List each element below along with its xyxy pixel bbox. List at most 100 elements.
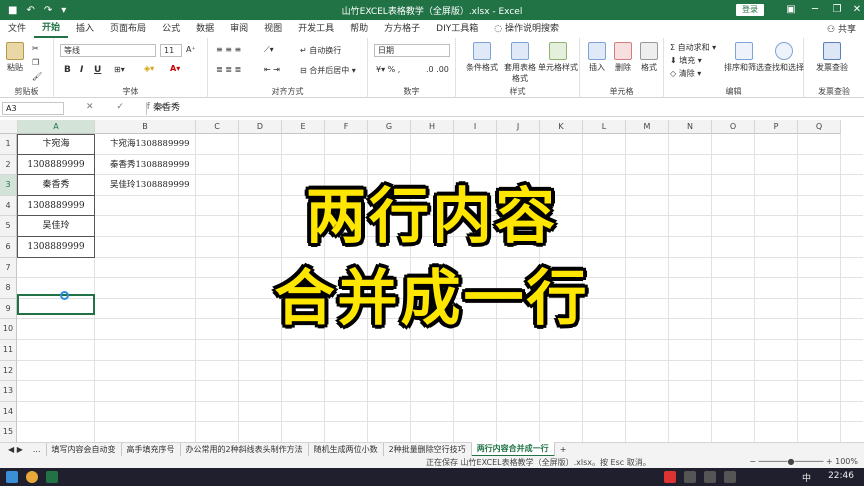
tab-review[interactable]: 审阅 (222, 20, 256, 38)
format-painter-icon[interactable]: 🖌 (32, 72, 42, 81)
align-top-icon[interactable]: ≡ ≡ ≡ (216, 45, 241, 54)
delete-cells-button[interactable]: 删除 (610, 42, 636, 73)
font-color-icon[interactable]: A▾ (170, 64, 180, 73)
clear-button[interactable]: ◇ 清除 ▾ (670, 68, 701, 79)
column-header-h[interactable]: H (411, 120, 454, 134)
tab-help[interactable]: 帮助 (342, 20, 376, 38)
row-header-10[interactable]: 10 (0, 319, 17, 340)
zoom-level[interactable]: − ──────●────── + 100% (749, 457, 858, 466)
select-all-corner[interactable] (0, 120, 18, 134)
share-button[interactable]: ⚇ 共享 (827, 22, 856, 35)
column-header-n[interactable]: N (669, 120, 712, 134)
close-button[interactable]: ✕ (842, 0, 864, 20)
row-header-15[interactable]: 15 (0, 422, 17, 442)
tab-view[interactable]: 视图 (256, 20, 290, 38)
tray-icon[interactable] (724, 471, 736, 483)
sheet-tab[interactable]: 随机生成两位小数 (309, 443, 384, 456)
ime-indicator[interactable]: 中 (802, 471, 811, 484)
row-header-3[interactable]: 3 (0, 175, 17, 196)
save-icon[interactable]: ■ (8, 5, 17, 16)
taskbar-clock[interactable]: 22:46 (828, 471, 854, 481)
row-header-7[interactable]: 7 (0, 257, 17, 279)
spreadsheet-grid[interactable]: ABCDEFGHIJKLMNOPQ 1 2 3 4 5 6 7 8 9 10 11 12 13 14 15 … (0, 120, 864, 442)
format-cells-button[interactable]: 格式 (636, 42, 662, 73)
indent-icon[interactable]: ⇤ ⇥ (264, 65, 280, 74)
column-header-p[interactable]: P (755, 120, 798, 134)
font-size-select[interactable]: 11 (160, 44, 182, 57)
excel-taskbar-icon[interactable] (46, 471, 58, 483)
cell-b1[interactable]: 卞宛海1308889999 (110, 134, 190, 155)
row-header-8[interactable]: 8 (0, 278, 17, 299)
windows-start-icon[interactable] (6, 471, 18, 483)
bold-button[interactable]: B (64, 65, 71, 75)
number-format-select[interactable]: 日期 (374, 44, 450, 57)
row-header-4[interactable]: 4 (0, 195, 17, 217)
row-header-6[interactable]: 6 (0, 237, 17, 258)
cell-a2[interactable]: 1308889999 (18, 155, 94, 176)
border-icon[interactable]: ⊞▾ (114, 65, 125, 74)
grow-font-icon[interactable]: A⁺ (186, 45, 196, 54)
autosum-button[interactable]: Σ 自动求和 ▾ (670, 42, 716, 53)
conditional-format-button[interactable]: 条件格式 (462, 42, 502, 73)
row-header-13[interactable]: 13 (0, 381, 17, 402)
tab-insert[interactable]: 插入 (68, 20, 102, 38)
font-name-select[interactable]: 等线 (60, 44, 156, 57)
customize-icon[interactable]: ▾ (61, 5, 66, 16)
add-sheet-button[interactable]: + (555, 443, 572, 456)
column-header-o[interactable]: O (712, 120, 755, 134)
sheet-nav-icon[interactable]: ◀ ▶ (0, 443, 28, 456)
cell-a5[interactable]: 吴佳玲 (18, 216, 94, 237)
column-header-q[interactable]: Q (798, 120, 841, 134)
cell-a1[interactable]: 卞宛海 (18, 134, 94, 155)
fill-color-icon[interactable]: ◈▾ (144, 64, 154, 73)
tab-formulas[interactable]: 公式 (154, 20, 188, 38)
column-header-d[interactable]: D (239, 120, 282, 134)
cell-styles-button[interactable]: 单元格样式 (538, 42, 578, 73)
orientation-icon[interactable]: ⟋▾ (264, 45, 274, 55)
column-header-g[interactable]: G (368, 120, 411, 134)
tray-app-icon[interactable] (664, 471, 676, 483)
sheet-tab[interactable]: 填写内容会自动变 (47, 443, 122, 456)
column-header-i[interactable]: I (454, 120, 497, 134)
login-button[interactable]: 登录 (736, 4, 764, 16)
sort-filter-button[interactable]: 排序和筛选 (724, 42, 764, 73)
column-header-l[interactable]: L (583, 120, 626, 134)
column-header-a[interactable]: A (18, 120, 95, 134)
column-header-c[interactable]: C (196, 120, 239, 134)
chrome-icon[interactable] (26, 471, 38, 483)
fill-button[interactable]: ⬇ 填充 ▾ (670, 55, 702, 66)
row-header-12[interactable]: 12 (0, 360, 17, 382)
cell-b3[interactable]: 吴佳玲1308889999 (110, 175, 190, 196)
wrap-text-button[interactable]: ↵ 自动换行 (300, 45, 341, 56)
format-as-table-button[interactable]: 套用表格格式 (502, 42, 538, 84)
sheet-tab-more[interactable]: ... (28, 443, 47, 456)
tab-data[interactable]: 数据 (188, 20, 222, 38)
row-header-1[interactable]: 1 (0, 134, 17, 155)
paste-button[interactable]: 粘贴 (6, 42, 24, 73)
invoice-check-button[interactable]: 发票查验 (814, 42, 850, 73)
tray-icon[interactable] (704, 471, 716, 483)
tab-fangfang[interactable]: 方方格子 (376, 20, 428, 38)
cut-icon[interactable]: ✂ (32, 44, 39, 53)
tray-icon[interactable] (684, 471, 696, 483)
align-left-icon[interactable]: ≣ ≣ ≣ (216, 65, 241, 74)
column-header-e[interactable]: E (282, 120, 325, 134)
redo-icon[interactable]: ↷ (44, 5, 52, 16)
row-header-5[interactable]: 5 (0, 216, 17, 237)
column-header-k[interactable]: K (540, 120, 583, 134)
tab-page-layout[interactable]: 页面布局 (102, 20, 154, 38)
formula-input[interactable]: 秦香秀 (146, 102, 862, 115)
cell-a3[interactable]: 秦香秀 (18, 175, 94, 196)
sheet-tab[interactable]: 高手填充序号 (122, 443, 181, 456)
undo-icon[interactable]: ↶ (26, 5, 34, 16)
tab-home[interactable]: 开始 (34, 20, 69, 38)
column-header-m[interactable]: M (626, 120, 669, 134)
column-header-f[interactable]: F (325, 120, 368, 134)
row-header-9[interactable]: 9 (0, 298, 17, 320)
tell-me-search[interactable]: ◌ 操作说明搜索 (486, 20, 567, 38)
tab-developer[interactable]: 开发工具 (290, 20, 342, 38)
merge-center-button[interactable]: ⊟ 合并后居中 ▾ (300, 65, 356, 76)
cell-b2[interactable]: 秦香秀1308889999 (110, 155, 190, 176)
sheet-tab-active[interactable]: 两行内容合并成一行 (471, 442, 555, 457)
insert-cells-button[interactable]: 插入 (584, 42, 610, 73)
